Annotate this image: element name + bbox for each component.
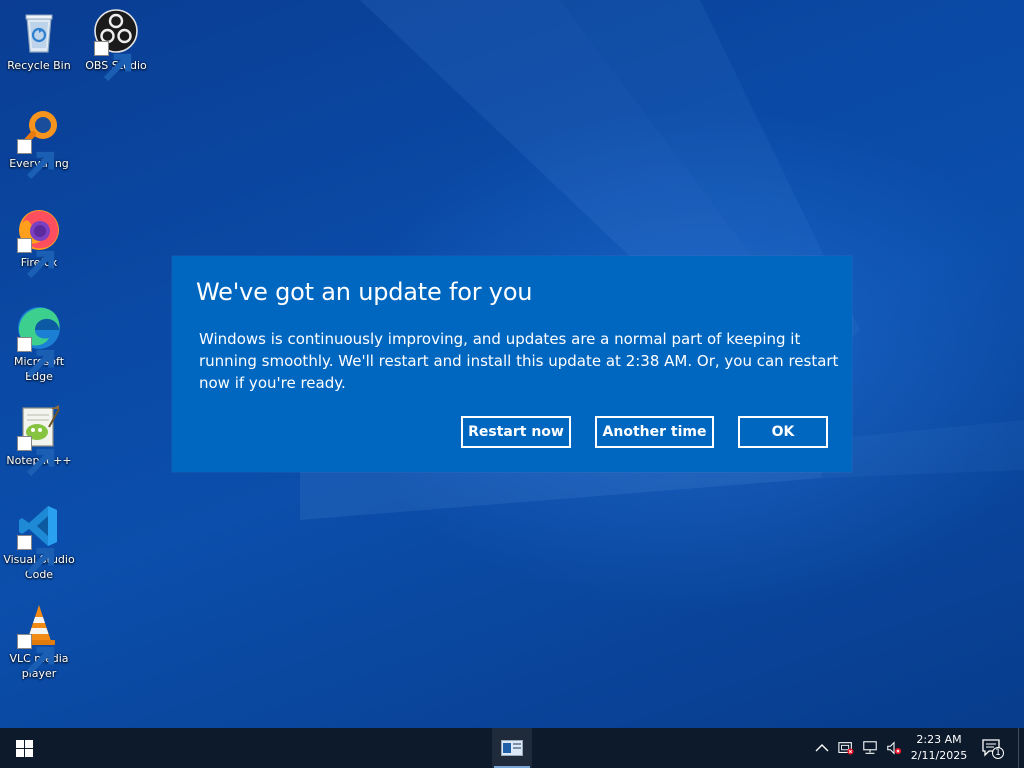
- recycle-bin-icon: [25, 14, 53, 53]
- shortcut-arrow-icon: [17, 238, 55, 279]
- dialog-message: Windows is continuously improving, and u…: [199, 330, 839, 392]
- notification-count-badge: 1: [995, 748, 1001, 758]
- taskbar-clock[interactable]: 2:23 AM 2/11/2025: [904, 730, 974, 768]
- desktop-icon-notepad-plus-plus[interactable]: Notepad++: [1, 403, 77, 477]
- desktop-icon-everything[interactable]: Everything: [1, 106, 77, 180]
- desktop-icon-obs-studio[interactable]: OBS Studio: [78, 8, 154, 82]
- show-desktop-button[interactable]: [1018, 728, 1024, 768]
- shortcut-arrow-icon: [17, 634, 55, 675]
- shortcut-arrow-icon: [17, 436, 55, 477]
- taskbar: 2:23 AM 2/11/2025 1: [0, 728, 1024, 768]
- desktop[interactable]: Recycle Bin OBS Studio Everything Firefo…: [0, 0, 1024, 728]
- app-window-icon: [501, 740, 523, 756]
- desktop-icon-vlc-media-player[interactable]: VLC media player: [1, 601, 77, 681]
- volume-muted-icon: [887, 741, 902, 755]
- shortcut-arrow-icon: [17, 139, 55, 180]
- desktop-icon-firefox[interactable]: Firefox: [1, 205, 77, 279]
- desktop-icon-label: Recycle Bin: [7, 59, 71, 72]
- update-dialog: We've got an update for you Windows is c…: [172, 256, 852, 472]
- shortcut-arrow-icon: [17, 535, 55, 576]
- tray-volume-icon[interactable]: [886, 740, 902, 756]
- network-icon: [863, 741, 877, 754]
- dialog-title: We've got an update for you: [196, 278, 533, 306]
- clock-time: 2:23 AM: [916, 733, 962, 746]
- desktop-icon-visual-studio-code[interactable]: Visual Studio Code: [1, 502, 77, 582]
- chevron-up-icon: [815, 744, 829, 752]
- start-button[interactable]: [0, 728, 48, 768]
- show-hidden-icons-button[interactable]: [814, 740, 830, 756]
- shortcut-arrow-icon: [94, 41, 132, 82]
- desktop-icon-microsoft-edge[interactable]: Microsoft Edge: [1, 304, 77, 384]
- action-center-button[interactable]: 1: [980, 736, 1004, 760]
- windows-logo-icon: [15, 739, 33, 757]
- security-alert-icon: [838, 742, 854, 755]
- clock-date: 2/11/2025: [910, 749, 968, 762]
- shortcut-arrow-icon: [17, 337, 55, 378]
- tray-network-icon[interactable]: [862, 740, 878, 756]
- desktop-icon-recycle-bin[interactable]: Recycle Bin: [1, 8, 77, 73]
- another-time-button[interactable]: Another time: [595, 416, 714, 448]
- taskbar-app-button[interactable]: [492, 728, 532, 768]
- ok-button[interactable]: OK: [738, 416, 828, 448]
- tray-security-icon[interactable]: [838, 740, 854, 756]
- restart-now-button[interactable]: Restart now: [461, 416, 571, 448]
